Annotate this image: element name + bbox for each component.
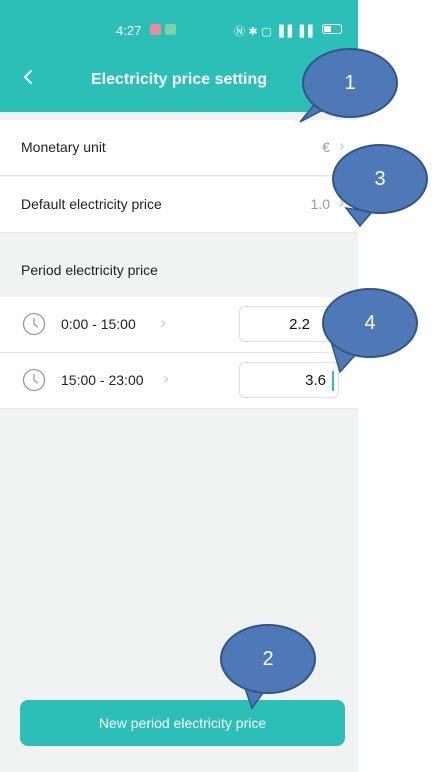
callout-1: 1 bbox=[302, 48, 398, 118]
callout-4: 4 bbox=[322, 288, 418, 358]
callout-2: 2 bbox=[220, 624, 316, 694]
callout-3: 3 bbox=[332, 144, 428, 214]
